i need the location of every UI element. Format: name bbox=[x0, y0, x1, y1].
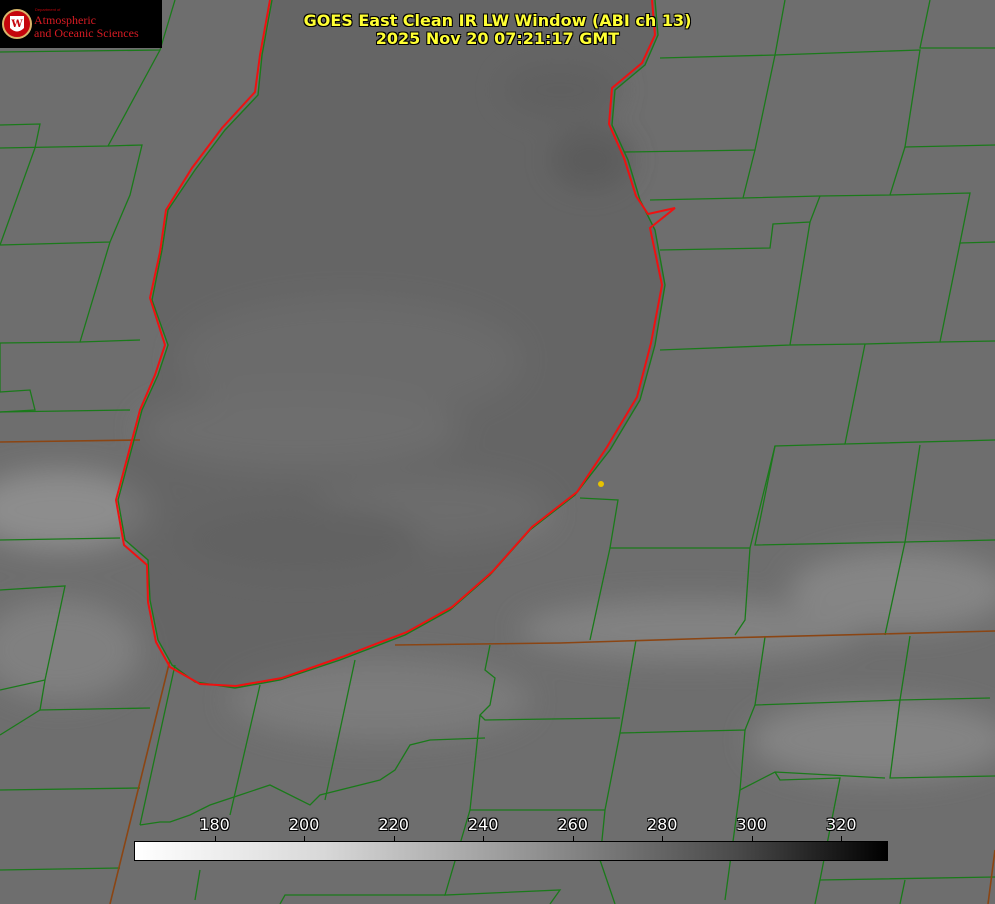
logo-line2: and Oceanic Sciences bbox=[34, 26, 139, 40]
colorbar-tick-mark bbox=[214, 836, 216, 842]
logo-department: Department of bbox=[35, 7, 61, 12]
svg-text:W: W bbox=[10, 19, 23, 30]
aos-logo: W Department of Atmospheric and Oceanic … bbox=[0, 0, 162, 48]
colorbar-tick-label: 200 bbox=[288, 815, 320, 834]
temperature-colorbar bbox=[134, 841, 888, 861]
colorbar-tick-mark bbox=[572, 836, 574, 842]
satellite-image: GOES East Clean IR LW Window (ABI ch 13)… bbox=[0, 0, 995, 904]
colorbar-tick-label: 260 bbox=[557, 815, 588, 834]
colorbar-tick-label: 180 bbox=[199, 815, 230, 834]
colorbar-tick-label: 280 bbox=[646, 815, 678, 834]
colorbar-tick-mark bbox=[393, 836, 395, 842]
colorbar-tick-label: 300 bbox=[736, 815, 767, 834]
colorbar-tick-label: 320 bbox=[825, 815, 857, 834]
colorbar-tick-mark bbox=[304, 836, 306, 842]
colorbar-tick-label: 240 bbox=[467, 815, 499, 834]
lake-michigan bbox=[118, 0, 665, 688]
colorbar-tick-mark bbox=[662, 836, 664, 842]
uw-crest-icon: W bbox=[2, 9, 32, 39]
colorbar-tick-mark bbox=[483, 836, 485, 842]
colorbar-tick-mark bbox=[841, 836, 843, 842]
map-canvas bbox=[0, 0, 995, 904]
site-marker bbox=[598, 481, 604, 487]
colorbar-tick-label: 220 bbox=[378, 815, 409, 834]
colorbar-tick-mark bbox=[751, 836, 753, 842]
